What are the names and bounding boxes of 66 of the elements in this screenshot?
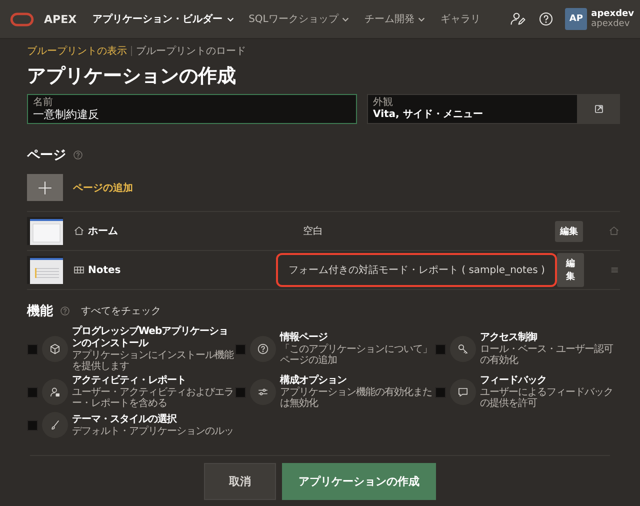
- feature-title: フィードバック: [480, 375, 548, 387]
- appearance-field[interactable]: 外観 Vita, サイド・メニュー: [367, 94, 577, 124]
- avatar: AP: [565, 8, 588, 30]
- check-all-link[interactable]: すべてをチェック: [81, 304, 161, 318]
- question-icon: [256, 342, 270, 356]
- edit-button[interactable]: 編集: [555, 220, 583, 242]
- home-icon: [608, 225, 620, 237]
- field-value: 一意制約違反: [33, 108, 100, 121]
- home-icon: [73, 225, 85, 237]
- nav-menu[interactable]: ギャラリ: [438, 8, 482, 30]
- feature-description: アプリケーションにインストール機能を提供します: [72, 350, 235, 372]
- nav-menu[interactable]: アプリケーション・ビルダー: [90, 8, 237, 30]
- speech-bubble-icon: [456, 385, 470, 399]
- field-label: 外観: [373, 97, 394, 108]
- workspace-name: apexdev: [591, 19, 631, 29]
- checkbox[interactable]: [235, 344, 246, 354]
- user-name: apexdev: [591, 9, 634, 19]
- nav-menu[interactable]: SQLワークショップ: [246, 8, 352, 30]
- checkbox[interactable]: [435, 344, 446, 354]
- feature-title: アクセス制御: [480, 332, 538, 344]
- appearance-button[interactable]: [577, 94, 620, 124]
- feature-title: アクティビティ・レポート: [72, 375, 187, 387]
- breadcrumb-link[interactable]: ブループリントの表示: [27, 44, 127, 58]
- key-icon: [456, 342, 470, 356]
- nav-menu[interactable]: チーム開発: [362, 8, 428, 30]
- feature-description: アプリケーション機能の有効化または無効化: [280, 387, 433, 409]
- feature-description: 「このアプリケーションについて」ページの追加: [280, 344, 433, 366]
- page-name: ホーム: [88, 225, 118, 238]
- page-type: 空白: [302, 224, 324, 239]
- field-label: 名前: [33, 97, 54, 108]
- edit-button[interactable]: 編集: [556, 253, 584, 287]
- user-edit-icon[interactable]: [509, 10, 528, 28]
- section-heading: ページ: [27, 147, 66, 164]
- feature-title: 構成オプション: [280, 375, 348, 386]
- highlighted-page-type: フォーム付きの対話モード・レポート ( sample_notes ): [276, 253, 557, 287]
- checkbox[interactable]: [27, 386, 38, 398]
- name-field[interactable]: 名前 一意制約違反: [27, 94, 357, 124]
- field-value: Vita, サイド・メニュー: [373, 108, 484, 121]
- product-name: APEX: [44, 12, 77, 26]
- checkbox[interactable]: [235, 386, 246, 398]
- create-application-button[interactable]: アプリケーションの作成: [282, 462, 436, 500]
- help-icon[interactable]: [537, 10, 556, 28]
- feature-description: ロール・ベース・ユーザー認可の有効化: [480, 344, 614, 366]
- cancel-button[interactable]: 取消: [204, 462, 276, 500]
- logo-icon[interactable]: [10, 12, 34, 26]
- feature-description: ユーザーによるフィードバックの提供を許可: [480, 387, 614, 409]
- section-heading: 機能: [27, 303, 53, 320]
- feature-description: ユーザー・アクティビティおよびエラー・レポートを含める: [72, 387, 234, 409]
- page-thumbnail-icon: [27, 217, 63, 245]
- checkbox[interactable]: [27, 344, 38, 354]
- feature-description: デフォルト・アプリケーションのルッ: [72, 426, 234, 436]
- cube-icon: [48, 342, 62, 356]
- checkbox[interactable]: [27, 420, 38, 430]
- feature-title: 情報ページ: [280, 332, 328, 344]
- feature-title: プログレッシブWebアプリケーションのインストール: [72, 326, 230, 350]
- plus-icon: [37, 180, 53, 196]
- checkbox[interactable]: [435, 386, 446, 398]
- breadcrumb-link[interactable]: ブループリントのロード: [136, 44, 246, 58]
- user-icon: [48, 385, 62, 399]
- add-page-link[interactable]: ページの追加: [73, 180, 133, 194]
- table-icon: [73, 264, 85, 276]
- page-thumbnail-icon: [27, 256, 63, 284]
- page-title: アプリケーションの作成: [27, 64, 237, 88]
- add-page-button[interactable]: [27, 174, 63, 201]
- feature-title: テーマ・スタイルの選択: [72, 414, 178, 426]
- page-name: Notes: [88, 264, 121, 276]
